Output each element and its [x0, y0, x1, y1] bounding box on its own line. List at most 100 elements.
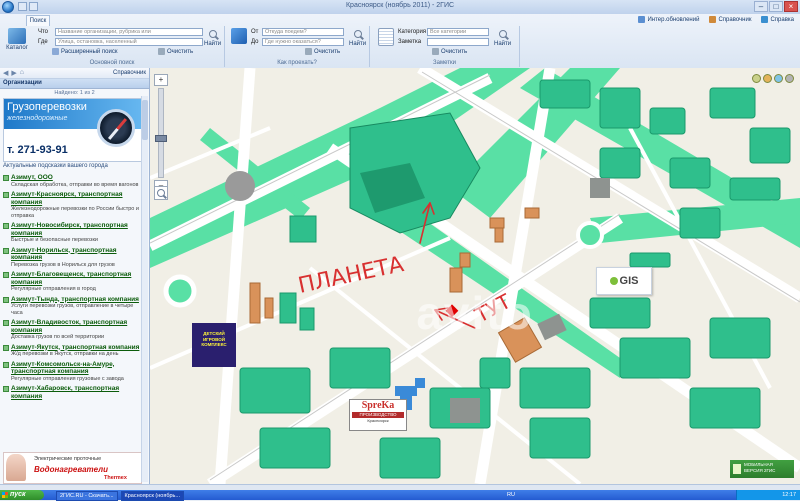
help-link[interactable]: Справка: [761, 16, 794, 23]
list-item[interactable]: Азимут-Благовещенск, транспортная компан…: [3, 271, 141, 293]
what-input[interactable]: Название организации, рубрика или: [55, 28, 203, 36]
directory-link[interactable]: Справочник: [709, 16, 751, 23]
search-icon: [498, 30, 507, 38]
freight-ad-banner[interactable]: Грузоперевозки железнодорожные т. 271-93…: [3, 98, 142, 162]
catalog-icon: [8, 28, 26, 44]
eraser-icon: [158, 48, 165, 55]
org-description: Складская обработка, отправки во время в…: [11, 181, 139, 188]
list-scrollbar[interactable]: [141, 96, 148, 482]
org-icon: [3, 386, 9, 392]
2gis-logo-icon: [609, 277, 618, 285]
forward-arrow-icon[interactable]: ▶: [11, 69, 16, 77]
2gis-logo[interactable]: GIS: [596, 267, 652, 295]
zoom-slider-knob[interactable]: [155, 135, 167, 142]
zoom-slider[interactable]: [155, 88, 167, 178]
list-item[interactable]: Азимут-Норильск, транспортная компания Пе…: [3, 247, 141, 269]
category-select[interactable]: Все категории: [427, 28, 489, 36]
org-name-link[interactable]: Азимут-Якутск, транспортная компания: [3, 344, 141, 352]
window-controls: – □ ×: [754, 1, 798, 12]
org-icon: [3, 272, 9, 278]
eraser-icon: [305, 48, 312, 55]
note-row: Заметка: [398, 38, 489, 46]
list-item[interactable]: Азимут-Новосибирск, транспортная компани…: [3, 222, 141, 244]
list-item[interactable]: Азимут-Красноярск, транспортная компания…: [3, 191, 141, 219]
org-name-link[interactable]: Азимут-Норильск, транспортная компания: [3, 247, 141, 262]
notes-find-button[interactable]: Найти: [494, 30, 511, 47]
scrollbar-thumb[interactable]: [142, 100, 148, 140]
hints-subtitle: Актуальные подсказки вашего города: [3, 163, 108, 169]
where-input[interactable]: Улица, остановка, населенный: [55, 38, 203, 46]
list-item[interactable]: Азимут-Комсомольск-на-Амуре, транспортна…: [3, 361, 141, 383]
advanced-search-button[interactable]: Расширенный поиск: [52, 48, 118, 55]
basic-clear-button[interactable]: Очистить: [158, 48, 193, 55]
org-description: Услуги перевозки грузов, отправление в ч…: [11, 303, 134, 316]
list-item[interactable]: Азимут-Хабаровск, транспортная компания: [3, 385, 141, 400]
org-description: Регулярные отправления в город: [11, 286, 96, 292]
basic-find-button[interactable]: Найти: [204, 30, 221, 47]
org-name-link[interactable]: Азимут-Комсомольск-на-Амуре, транспортна…: [3, 361, 141, 376]
results-pager: Найдено: 1 из 2: [54, 90, 95, 96]
org-icon: [3, 175, 9, 181]
notes-clear-button[interactable]: Очистить: [432, 48, 467, 55]
route-icon-button[interactable]: [229, 28, 249, 56]
update-link[interactable]: Интер.обновлений: [638, 16, 699, 23]
notes-group: Категория Все категории Заметка Очистить…: [370, 26, 520, 67]
panel-nav: ◀ ▶ ⌂ Справочник: [0, 68, 149, 79]
route-from-input[interactable]: Откуда поедем?: [262, 28, 344, 36]
list-item[interactable]: Азимут-Якутск, транспортная компания Ж/д …: [3, 344, 141, 358]
help-icon: [761, 16, 769, 23]
layer-icon-4[interactable]: [785, 74, 794, 83]
list-item[interactable]: Азимут-Тында, транспортная компания Услуг…: [3, 296, 141, 317]
ad-subtitle: железнодорожные: [7, 115, 68, 122]
map-canvas[interactable]: ПЛАНЕТА ТУТ: [150, 68, 800, 484]
tab-search[interactable]: Поиск: [26, 15, 50, 26]
route-to-input[interactable]: Где нужно оказаться?: [262, 38, 344, 46]
kids-complex-ad[interactable]: ДЕТСКИЙ ИГРОВОЙ КОМПЛЕКС: [192, 323, 236, 367]
map-search-button[interactable]: [154, 186, 168, 200]
notes-icon-button[interactable]: [376, 28, 396, 56]
org-icon: [3, 361, 9, 368]
org-icon: [3, 192, 9, 198]
spreka-ad[interactable]: SpreKa ПРОИЗВОДСТВО Красноярск: [349, 399, 407, 431]
route-icon: [231, 28, 247, 44]
language-indicator[interactable]: RU: [500, 491, 522, 499]
layer-icon-2[interactable]: [763, 74, 772, 83]
layer-icon-1[interactable]: [752, 74, 761, 83]
left-panel: ◀ ▶ ⌂ Справочник Организации Найдено: 1 …: [0, 68, 150, 484]
org-description: Регулярные отправления грузовые с завода: [11, 375, 124, 382]
compass-icon: [97, 109, 135, 147]
back-arrow-icon[interactable]: ◀: [3, 69, 8, 77]
org-name-link[interactable]: Азимут-Новосибирск, транспортная компани…: [3, 222, 141, 237]
ad-title: Грузоперевозки: [7, 101, 87, 113]
route-clear-button[interactable]: Очистить: [305, 48, 340, 55]
org-name-link[interactable]: Азимут-Хабаровск, транспортная компания: [3, 385, 141, 400]
map-view[interactable]: ПЛАНЕТА ТУТ + – avito GIS ДЕТСКИЙ ИГРОВО…: [150, 68, 800, 484]
directory-dropdown[interactable]: Справочник: [113, 70, 146, 76]
home-icon[interactable]: ⌂: [20, 69, 24, 77]
minimize-button[interactable]: –: [754, 1, 768, 12]
route-group: От Откуда поедем? До Где нужно оказаться…: [225, 26, 370, 67]
water-heater-ad[interactable]: Электрические проточные Водонагреватели …: [3, 452, 142, 484]
zoom-in-button[interactable]: +: [154, 74, 168, 86]
mobile-version-promo[interactable]: МОБИЛЬНАЯ ВЕРСИЯ 2ГИС: [730, 460, 794, 478]
title-bar: Красноярск (ноябрь 2011) - 2ГИС – □ ×: [0, 0, 800, 15]
list-item[interactable]: Азимут-Владивосток, транспортная компани…: [3, 319, 141, 341]
close-button[interactable]: ×: [784, 1, 798, 12]
org-name-link[interactable]: Азимут-Тында, транспортная компания: [3, 296, 141, 304]
org-name-link[interactable]: Азимут-Благовещенск, транспортная компан…: [3, 271, 141, 286]
start-button[interactable]: пуск: [0, 490, 44, 500]
to-row: До Где нужно оказаться?: [251, 38, 344, 46]
maximize-button[interactable]: □: [769, 1, 783, 12]
org-name-link[interactable]: Азимут-Владивосток, транспортная компани…: [3, 319, 141, 334]
org-name-link[interactable]: Азимут, ООО: [3, 174, 141, 182]
list-item[interactable]: Азимут, ООО Складская обработка, отправки…: [3, 174, 141, 188]
route-find-button[interactable]: Найти: [349, 30, 366, 47]
catalog-button[interactable]: Каталог: [4, 28, 30, 56]
note-input[interactable]: [427, 38, 489, 46]
layer-icon-3[interactable]: [774, 74, 783, 83]
directory-icon: [709, 16, 717, 23]
org-name-link[interactable]: Азимут-Красноярск, транспортная компания: [3, 191, 141, 206]
search-icon: [157, 189, 165, 197]
notepad-icon: [378, 28, 394, 46]
org-icon: [3, 344, 9, 351]
